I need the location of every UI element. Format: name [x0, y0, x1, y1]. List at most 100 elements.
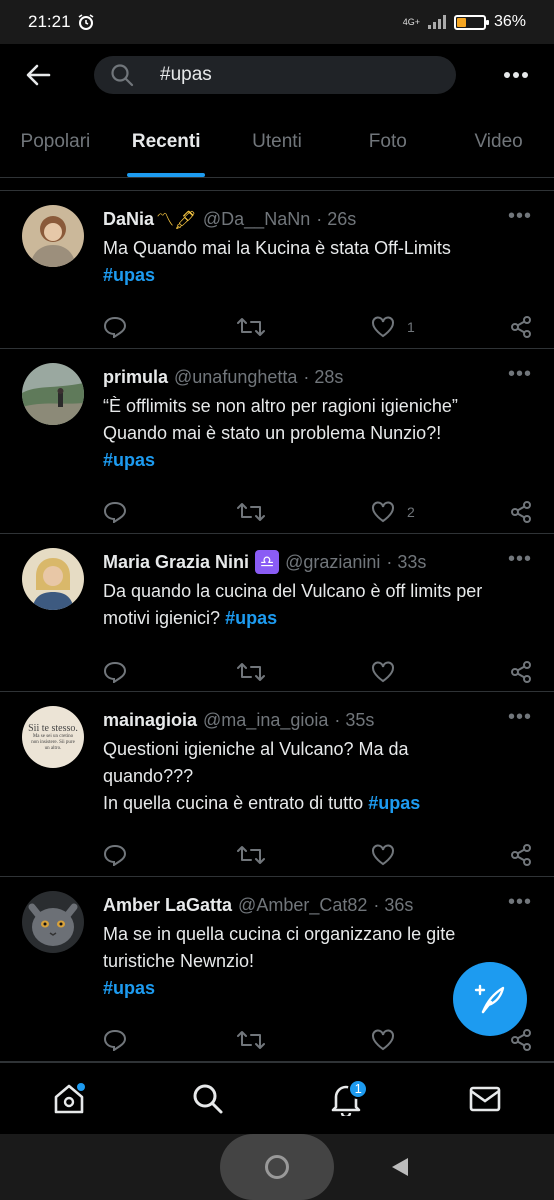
- tweet-more-icon[interactable]: •••: [508, 706, 532, 729]
- retweet-button[interactable]: [237, 661, 371, 683]
- tab-foto[interactable]: Foto: [332, 106, 443, 177]
- share-button[interactable]: [510, 316, 532, 338]
- tweet-handle: @unafunghetta: [174, 366, 298, 387]
- search-bar[interactable]: [94, 56, 456, 94]
- search-icon: [111, 64, 134, 87]
- tab-video[interactable]: Video: [443, 106, 554, 177]
- reply-button[interactable]: [103, 661, 237, 683]
- avatar[interactable]: [22, 548, 84, 610]
- tweet-more-icon[interactable]: •••: [508, 205, 532, 228]
- bottom-navigation: 1: [0, 1062, 554, 1134]
- tweet[interactable]: Sii te stesso. Ma se sei un cretino non …: [0, 692, 554, 877]
- reply-button[interactable]: [103, 1029, 237, 1051]
- mail-icon: [469, 1086, 501, 1111]
- retweet-button[interactable]: [237, 501, 371, 523]
- alarm-icon: [78, 14, 93, 30]
- tab-popolari[interactable]: Popolari: [0, 106, 111, 177]
- share-icon: [511, 661, 531, 683]
- tweet-handle: @Amber_Cat82: [238, 894, 368, 915]
- tweet-author-name[interactable]: Amber LaGatta: [103, 895, 232, 916]
- back-button[interactable]: [18, 55, 58, 95]
- network-type: 4G+: [402, 16, 420, 27]
- nav-messages[interactable]: [455, 1069, 515, 1129]
- tweet-author-name[interactable]: Maria Grazia Nini: [103, 552, 249, 573]
- hashtag-link[interactable]: #upas: [368, 793, 420, 813]
- tweet-more-icon[interactable]: •••: [508, 363, 532, 386]
- tweet-author-name[interactable]: primula: [103, 367, 168, 388]
- search-icon: [193, 1084, 223, 1113]
- share-button[interactable]: [510, 501, 532, 523]
- feather-plus-icon: [474, 984, 505, 1014]
- tweet-time: · 35s: [334, 709, 375, 730]
- tweet-handle: @grazianini: [285, 551, 381, 572]
- system-back-button[interactable]: [392, 1158, 408, 1176]
- hashtag-link[interactable]: #upas: [103, 447, 532, 474]
- hashtag-link[interactable]: #upas: [103, 262, 532, 289]
- share-button[interactable]: [510, 661, 532, 683]
- like-count: 2: [407, 504, 415, 520]
- reply-icon: [103, 501, 127, 523]
- reply-icon: [103, 316, 127, 338]
- retweet-icon: [237, 663, 265, 681]
- battery-icon: [453, 14, 489, 30]
- nav-home[interactable]: [39, 1069, 99, 1129]
- tab-recenti[interactable]: Recenti: [111, 106, 222, 177]
- tweet-text: Ma Quando mai la Kucina è stata Off-Limi…: [103, 235, 532, 289]
- avatar[interactable]: [22, 363, 84, 425]
- retweet-button[interactable]: [237, 844, 371, 866]
- avatar[interactable]: [22, 891, 84, 953]
- share-button[interactable]: [510, 1029, 532, 1051]
- search-tabs: Popolari Recenti Utenti Foto Video: [0, 106, 554, 178]
- reply-button[interactable]: [103, 501, 237, 523]
- tweet[interactable]: primula @unafunghetta · 28s ••• “È offli…: [0, 349, 554, 534]
- retweet-icon: [237, 318, 265, 336]
- heart-icon: [372, 661, 394, 683]
- tweet-text: Questioni igieniche al Vulcano? Ma da qu…: [103, 739, 421, 813]
- reply-button[interactable]: [103, 316, 237, 338]
- tweet-more-icon[interactable]: •••: [508, 548, 532, 571]
- tweet-actions: 1: [103, 301, 532, 353]
- like-button[interactable]: 1: [371, 316, 509, 338]
- status-time: 21:21: [28, 12, 71, 31]
- active-tab-indicator: [127, 173, 206, 177]
- retweet-icon: [237, 846, 265, 864]
- avatar[interactable]: Sii te stesso. Ma se sei un cretino non …: [22, 706, 84, 768]
- nav-notifications[interactable]: 1: [316, 1069, 376, 1129]
- tweet[interactable]: Maria Grazia Nini ♎ @grazianini · 33s ••…: [0, 534, 554, 692]
- top-bar: [0, 44, 554, 106]
- home-circle-icon: [265, 1155, 289, 1179]
- tweet-author-name[interactable]: mainagioia: [103, 710, 197, 731]
- system-home-button[interactable]: [220, 1134, 334, 1200]
- hashtag-link[interactable]: #upas: [225, 608, 277, 628]
- arrow-left-icon: [26, 64, 51, 86]
- tweet-time: · 36s: [373, 894, 414, 915]
- search-input[interactable]: [160, 64, 420, 86]
- tweet[interactable]: DaNia 〽🖋 @Da__NaNn · 26s ••• Ma Quando m…: [0, 191, 554, 349]
- heart-icon: [372, 501, 394, 523]
- system-navigation-bar: [0, 1134, 554, 1200]
- compose-tweet-button[interactable]: [453, 962, 527, 1036]
- tweet-time: · 28s: [303, 366, 344, 387]
- tweet-author-name[interactable]: DaNia: [103, 209, 154, 230]
- like-button[interactable]: 2: [371, 501, 509, 523]
- name-decoration: 〽🖋: [156, 210, 197, 230]
- like-button[interactable]: [371, 844, 509, 866]
- reply-button[interactable]: [103, 844, 237, 866]
- tab-utenti[interactable]: Utenti: [222, 106, 333, 177]
- tweet-actions: 2: [103, 486, 532, 538]
- nav-search[interactable]: [178, 1069, 238, 1129]
- tweet-handle: @Da__NaNn: [202, 208, 311, 229]
- retweet-button[interactable]: [237, 1029, 371, 1051]
- retweet-button[interactable]: [237, 316, 371, 338]
- share-icon: [511, 1029, 531, 1051]
- heart-icon: [372, 844, 394, 866]
- reply-icon: [103, 1029, 127, 1051]
- tweet-actions: [103, 646, 532, 698]
- like-button[interactable]: [371, 661, 509, 683]
- tweet-more-icon[interactable]: •••: [508, 891, 532, 914]
- avatar[interactable]: [22, 205, 84, 267]
- retweet-icon: [237, 503, 265, 521]
- tweet-actions: [103, 829, 532, 881]
- more-options-button[interactable]: [496, 55, 536, 95]
- share-button[interactable]: [510, 844, 532, 866]
